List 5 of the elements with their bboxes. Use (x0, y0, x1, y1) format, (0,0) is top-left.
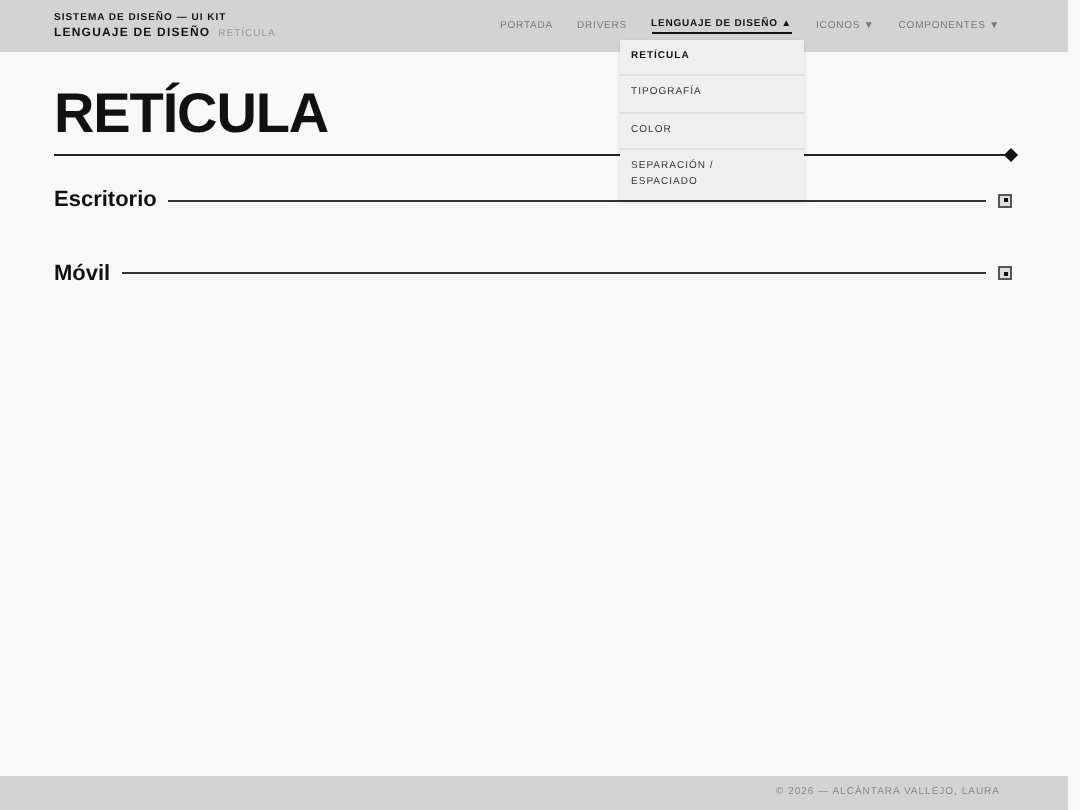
section-heading[interactable]: Escritorio (54, 184, 157, 217)
page-title: RETÍCULA (54, 86, 329, 142)
section-heading[interactable]: Móvil (54, 257, 111, 290)
expand-icon[interactable] (998, 193, 1012, 208)
expand-icon[interactable] (998, 266, 1012, 281)
